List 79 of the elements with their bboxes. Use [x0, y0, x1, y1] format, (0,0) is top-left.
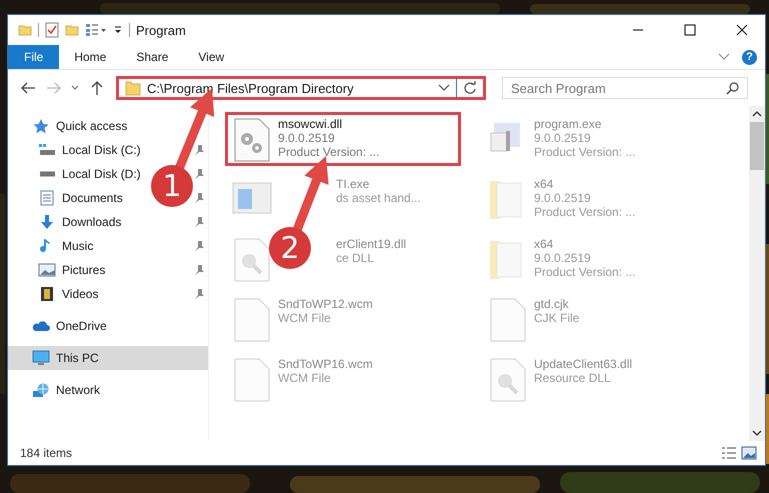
gear-file-icon — [232, 117, 272, 163]
file-name: program.exe — [534, 117, 602, 131]
chevron-icon[interactable] — [438, 84, 450, 92]
ribbon-tab[interactable]: File — [8, 45, 60, 69]
document-icon — [38, 190, 56, 206]
file-detail: 9.0.0.2519 — [534, 131, 592, 145]
file-detail: 9.0.0.2519 — [278, 131, 336, 145]
sidebar-item[interactable]: Local Disk (C:) — [8, 138, 141, 162]
help-button[interactable]: ? — [742, 50, 757, 64]
sidebar-item[interactable]: Network — [8, 378, 208, 402]
refresh-icon[interactable] — [463, 81, 477, 95]
file-detail: Product Version: ... — [534, 205, 636, 219]
sidebar-item[interactable]: This PC — [8, 346, 208, 370]
file-name: msowcwi.dll — [278, 117, 344, 131]
file-detail: 9.0.0.2519 — [534, 251, 592, 265]
network-icon — [32, 382, 50, 398]
address-bar[interactable]: C:\Program Files\Program Directory — [116, 76, 486, 100]
drive-icon — [38, 142, 56, 158]
star-icon — [32, 118, 50, 134]
pin-icon[interactable] — [194, 288, 204, 300]
monitor-icon — [32, 350, 50, 366]
properties-icon[interactable] — [85, 23, 107, 37]
file-detail: WCM File — [278, 311, 332, 325]
scroll-down-icon[interactable] — [752, 429, 762, 437]
sidebar-item[interactable]: Quick access — [8, 114, 208, 138]
file-detail: Product Version: ... — [278, 145, 380, 159]
file-detail: Product Version: ... — [534, 265, 636, 279]
pin-icon[interactable] — [194, 168, 204, 180]
up-arrow-icon[interactable] — [90, 80, 104, 96]
pin-icon[interactable] — [194, 264, 204, 276]
blank-file-icon — [232, 357, 272, 403]
window-title: Program — [136, 22, 186, 38]
address-path: C:\Program Files\Program Directory — [147, 80, 355, 96]
back-icon[interactable] — [20, 81, 36, 95]
dropdown-icon[interactable] — [113, 25, 123, 35]
sidebar-item[interactable]: Pictures — [8, 258, 106, 282]
file-name: gtd.cjk — [534, 297, 570, 311]
file-detail: ds asset hand... — [336, 191, 421, 205]
pin-icon[interactable] — [194, 216, 204, 228]
file-name: x64 — [534, 177, 554, 191]
search-field[interactable]: Search Program — [502, 77, 748, 99]
file-detail: Product Version: ... — [534, 145, 636, 159]
file-detail: ce DLL — [336, 251, 376, 265]
blank-file-icon — [232, 297, 272, 343]
down-arrow-icon — [38, 214, 56, 230]
details-view-icon[interactable] — [721, 446, 737, 460]
file-name: UpdateClient63.dll — [534, 357, 632, 371]
drive-icon — [38, 171, 56, 177]
large-icons-view-icon[interactable] — [741, 446, 757, 460]
scroll-up-icon[interactable] — [752, 110, 762, 118]
sidebar-item[interactable]: Downloads — [8, 210, 122, 234]
pin-icon[interactable] — [194, 192, 204, 204]
scrollbar[interactable] — [749, 106, 765, 441]
magnifier-file-icon — [488, 357, 528, 403]
file-name: TI.exe — [336, 177, 370, 191]
scroll-thumb[interactable] — [750, 122, 764, 170]
checklist-icon[interactable] — [45, 22, 59, 38]
sidebar-item[interactable]: OneDrive — [8, 314, 208, 338]
file-detail: 9.0.0.2519 — [534, 191, 592, 205]
sidebar-item[interactable]: Local Disk (D:) — [8, 162, 141, 186]
file-name: SndToWP12.wcm — [278, 297, 373, 311]
file-name: erClient19.dll — [336, 237, 406, 251]
file-name: SndToWP16.wcm — [278, 357, 373, 371]
item-count: 184 items — [20, 446, 72, 460]
blank-file-icon — [488, 297, 528, 343]
file-detail: WCM File — [278, 371, 332, 385]
sidebar-item[interactable]: Documents — [8, 186, 123, 210]
file-detail: CJK File — [534, 311, 580, 325]
picture-frame-icon — [38, 262, 56, 278]
file-detail: Resource DLL — [534, 371, 612, 385]
pin-icon[interactable] — [194, 240, 204, 252]
search-icon[interactable] — [726, 82, 739, 95]
folder-icon — [125, 80, 141, 96]
film-icon — [38, 286, 56, 302]
file-name: x64 — [534, 237, 554, 251]
sidebar-item[interactable]: Videos — [8, 282, 98, 306]
sidebar-item[interactable]: Music — [8, 234, 94, 258]
pin-icon[interactable] — [194, 144, 204, 156]
magnifier-file-icon — [232, 237, 272, 283]
